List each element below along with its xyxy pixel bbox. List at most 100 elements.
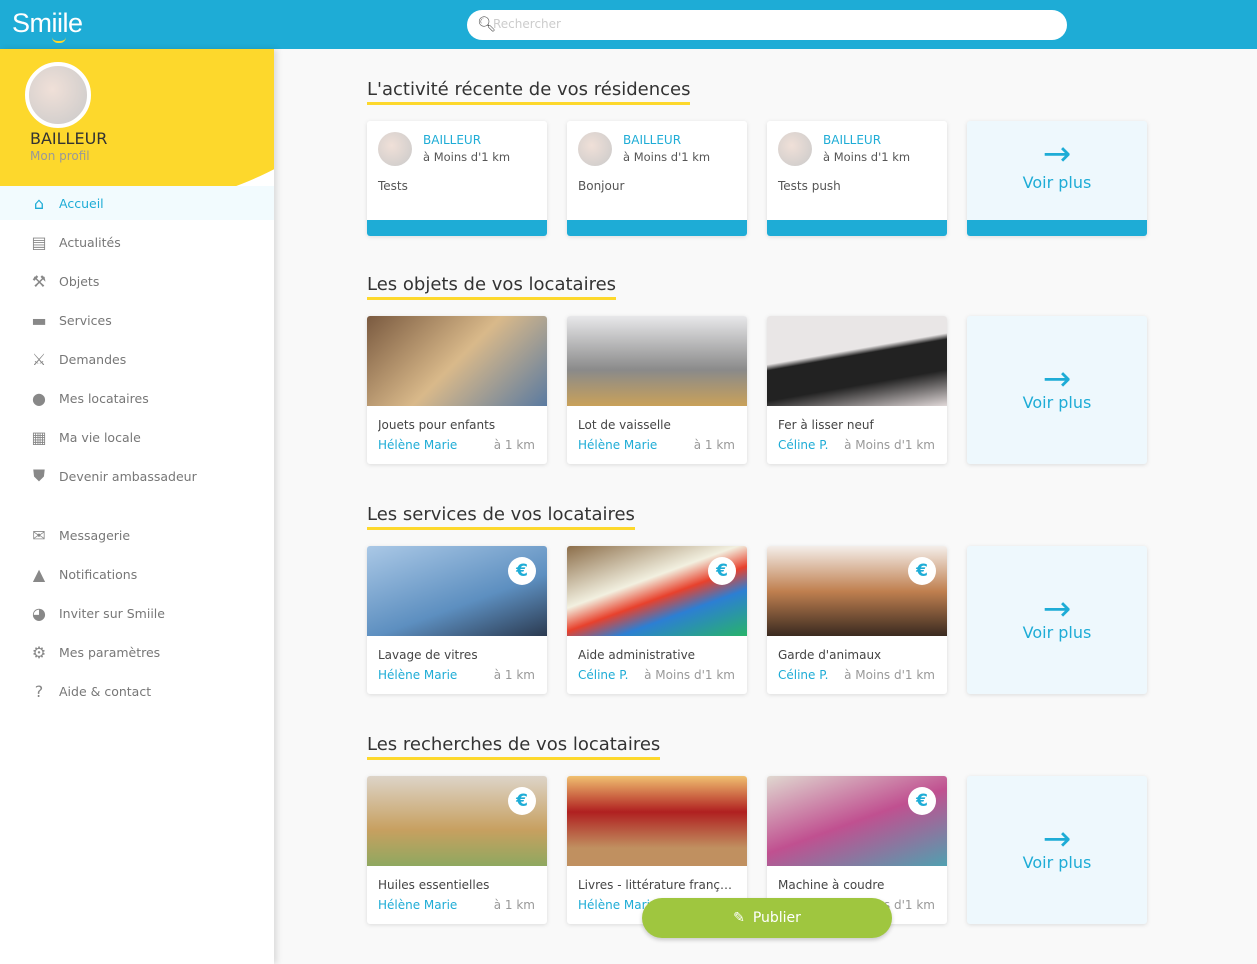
- top-bar: Smiile 🔍︎: [0, 0, 1257, 49]
- sidebar-item-messagerie[interactable]: ✉ Messagerie: [0, 518, 274, 552]
- profile-role: BAILLEUR: [30, 129, 108, 148]
- sidebar-item-devenir-ambassadeur[interactable]: ⛊ Devenir ambassadeur: [0, 459, 274, 493]
- card-footer-bar: [367, 220, 547, 236]
- listing-card[interactable]: Jouets pour enfants Hélène Marie à 1 km: [367, 316, 547, 464]
- my-profile-link[interactable]: Mon profil: [30, 149, 90, 163]
- listing-distance: à 1 km: [493, 898, 535, 912]
- euro-icon: €: [908, 557, 936, 585]
- sidebar-item-aide-contact[interactable]: ? Aide & contact: [0, 674, 274, 708]
- avatar[interactable]: [25, 62, 91, 128]
- see-more-services-button[interactable]: → Voir plus: [967, 546, 1147, 694]
- avatar: [578, 132, 612, 166]
- section-title-objects: Les objets de vos locataires: [367, 274, 617, 300]
- publish-label: Publier: [752, 910, 801, 926]
- message: Tests push: [778, 179, 841, 193]
- user-plus-icon: ◕: [32, 603, 46, 623]
- sidebar-item-actualites[interactable]: ▤ Actualités: [0, 225, 274, 259]
- listing-title: Jouets pour enfants: [378, 418, 496, 432]
- listing-title: Lot de vaisselle: [578, 418, 671, 432]
- listing-distance: à 1 km: [693, 438, 735, 452]
- shield-icon: ⛊: [32, 466, 45, 485]
- listing-distance: à 1 km: [493, 438, 535, 452]
- sidebar-item-notifications[interactable]: ▲ Notifications: [0, 557, 274, 591]
- listing-seller[interactable]: Hélène Marie: [378, 438, 457, 452]
- section-title-services: Les services de vos locataires: [367, 504, 635, 530]
- users-icon: ●: [32, 388, 46, 408]
- sidebar-item-label: Demandes: [59, 351, 127, 367]
- sidebar-item-objets[interactable]: ⚒ Objets: [0, 264, 274, 298]
- sidebar-item-label: Objets: [59, 273, 100, 289]
- handshake-icon: ⚔: [31, 349, 47, 369]
- listing-seller[interactable]: Céline P.: [778, 668, 828, 682]
- listing-seller[interactable]: Céline P.: [778, 438, 828, 452]
- sidebar-item-mes-locataires[interactable]: ● Mes locataires: [0, 381, 274, 415]
- message: Bonjour: [578, 179, 625, 193]
- message: Tests: [378, 179, 408, 193]
- sidebar-item-label: Inviter sur Smiile: [59, 605, 165, 621]
- sidebar-item-accueil[interactable]: ⌂ Accueil: [0, 186, 274, 220]
- gear-icon: ⚙: [31, 642, 47, 662]
- listing-card[interactable]: € Huiles essentielles Hélène Marie à 1 k…: [367, 776, 547, 924]
- listing-image: [367, 316, 547, 406]
- listing-card[interactable]: € Aide administrative Céline P. à Moins …: [567, 546, 747, 694]
- listing-distance: à 1 km: [493, 668, 535, 682]
- see-more-objects-button[interactable]: → Voir plus: [967, 316, 1147, 464]
- sidebar-item-demandes[interactable]: ⚔ Demandes: [0, 342, 274, 376]
- tools-icon: ⚒: [31, 271, 47, 291]
- search-input[interactable]: [493, 17, 1053, 31]
- sidebar-item-label: Services: [59, 312, 112, 328]
- sidebar-item-label: Mes paramètres: [59, 644, 161, 660]
- sidebar-item-mes-parametres[interactable]: ⚙ Mes paramètres: [0, 635, 274, 669]
- activity-card[interactable]: BAILLEUR à Moins d'1 km Tests push: [767, 121, 947, 236]
- listing-title: Machine à coudre: [778, 878, 885, 892]
- bell-icon: ▲: [32, 564, 46, 584]
- activity-card[interactable]: BAILLEUR à Moins d'1 km Tests: [367, 121, 547, 236]
- listing-card[interactable]: Lot de vaisselle Hélène Marie à 1 km: [567, 316, 747, 464]
- activity-card[interactable]: BAILLEUR à Moins d'1 km Bonjour: [567, 121, 747, 236]
- euro-icon: €: [508, 787, 536, 815]
- euro-icon: €: [708, 557, 736, 585]
- sidebar-item-label: Notifications: [59, 566, 138, 582]
- listing-seller[interactable]: Céline P.: [578, 668, 628, 682]
- search-bar[interactable]: 🔍︎: [467, 10, 1067, 40]
- listing-title: Garde d'animaux: [778, 648, 882, 662]
- sidebar-item-inviter-sur-smiile[interactable]: ◕ Inviter sur Smiile: [0, 596, 274, 630]
- logo-smile-mark: [52, 37, 66, 43]
- listing-seller[interactable]: Hélène Marie: [378, 898, 457, 912]
- section-title-searches: Les recherches de vos locataires: [367, 734, 661, 760]
- see-more-activity-button[interactable]: → Voir plus: [967, 121, 1147, 236]
- sidebar-item-label: Accueil: [59, 195, 104, 211]
- distance: à Moins d'1 km: [623, 150, 711, 164]
- avatar: [778, 132, 812, 166]
- sidebar-item-label: Actualités: [59, 234, 121, 250]
- listing-title: Aide administrative: [578, 648, 696, 662]
- listing-title: Lavage de vitres: [378, 648, 478, 662]
- listing-title: Livres - littérature française: [578, 878, 738, 892]
- smiile-logo[interactable]: Smiile: [12, 8, 83, 39]
- listing-card[interactable]: € Lavage de vitres Hélène Marie à 1 km: [367, 546, 547, 694]
- listing-image: [567, 316, 747, 406]
- question-icon: ?: [34, 681, 44, 701]
- card-footer-bar: [567, 220, 747, 236]
- listing-card[interactable]: Fer à lisser neuf Céline P. à Moins d'1 …: [767, 316, 947, 464]
- see-more-searches-button[interactable]: → Voir plus: [967, 776, 1147, 924]
- listing-title: Huiles essentielles: [378, 878, 490, 892]
- sidebar-item-label: Messagerie: [59, 527, 131, 543]
- publish-button[interactable]: ✎ Publier: [642, 898, 892, 938]
- see-more-label: Voir plus: [1022, 393, 1092, 412]
- card-footer-bar: [967, 220, 1147, 236]
- see-more-label: Voir plus: [1022, 853, 1092, 872]
- card-footer-bar: [767, 220, 947, 236]
- sidebar-item-ma-vie-locale[interactable]: ▦ Ma vie locale: [0, 420, 274, 454]
- listing-distance: à Moins d'1 km: [644, 668, 735, 682]
- distance: à Moins d'1 km: [423, 150, 511, 164]
- sidebar-item-services[interactable]: ▬ Services: [0, 303, 274, 337]
- arrow-right-icon: →: [1042, 134, 1072, 174]
- listing-image: [567, 776, 747, 866]
- see-more-label: Voir plus: [1022, 623, 1092, 642]
- listing-card[interactable]: € Garde d'animaux Céline P. à Moins d'1 …: [767, 546, 947, 694]
- arrow-right-icon: →: [1042, 819, 1072, 859]
- author-name: BAILLEUR: [623, 133, 682, 147]
- listing-seller[interactable]: Hélène Marie: [378, 668, 457, 682]
- listing-seller[interactable]: Hélène Marie: [578, 438, 657, 452]
